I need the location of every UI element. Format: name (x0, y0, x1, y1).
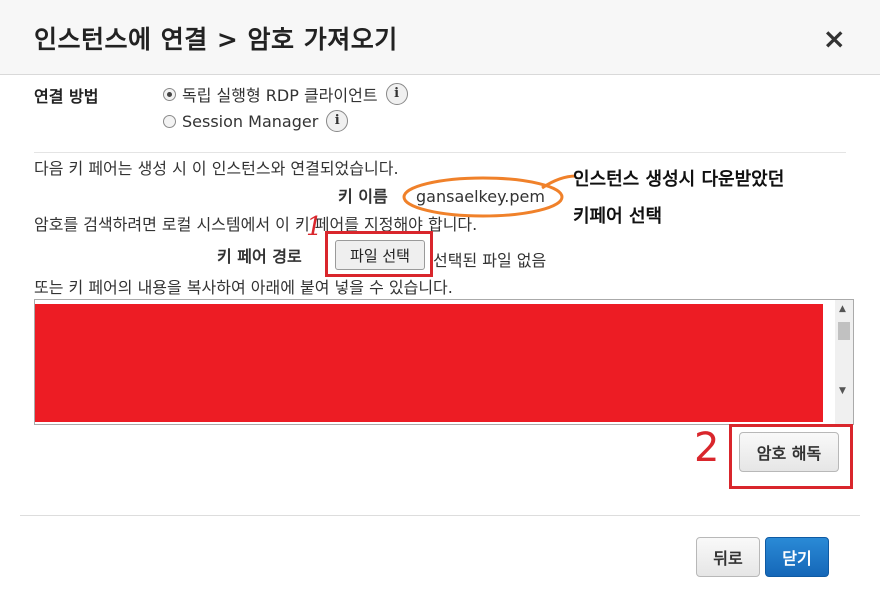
scroll-down-icon[interactable]: ▼ (839, 386, 846, 396)
key-path-label: 키 페어 경로 (217, 247, 302, 266)
key-name-label: 키 이름 (338, 187, 388, 206)
annotation-note-line1: 인스턴스 생성시 다운받았던 (573, 169, 785, 190)
redacted-key-content (35, 304, 823, 422)
radio-option-rdp[interactable]: 독립 실행형 RDP 클라이언트 i (163, 82, 408, 106)
key-pair-info-text: 다음 키 페어는 생성 시 이 인스턴스와 연결되었습니다. (34, 159, 399, 178)
info-icon[interactable]: i (385, 83, 408, 105)
footer-divider (20, 515, 860, 516)
radio-button-rdp[interactable] (163, 87, 176, 101)
key-pair-contents-textarea[interactable]: ▲ ▼ (34, 299, 854, 425)
decrypt-button-highlight-box (729, 424, 853, 489)
annotation-marker-2: 2 (694, 425, 720, 471)
paste-key-instruction-text: 또는 키 페어의 내용을 복사하여 아래에 붙여 넣을 수 있습니다. (34, 278, 453, 297)
textarea-scrollbar[interactable]: ▲ ▼ (835, 300, 853, 424)
dialog-title: 인스턴스에 연결 > 암호 가져오기 (34, 25, 398, 54)
annotation-marker-1: 1 (306, 212, 323, 242)
close-button[interactable]: 닫기 (765, 537, 829, 577)
radio-button-session-manager[interactable] (163, 114, 176, 128)
scroll-up-icon[interactable]: ▲ (839, 304, 846, 314)
connect-instance-dialog: 인스턴스에 연결 > 암호 가져오기 × 연결 방법 독립 실행형 RDP 클라… (0, 0, 880, 602)
file-button-highlight-box (325, 231, 433, 277)
radio-option-session-manager[interactable]: Session Manager i (163, 110, 349, 132)
back-button[interactable]: 뒤로 (696, 537, 760, 577)
radio-label-session-manager: Session Manager (182, 111, 319, 131)
radio-label-rdp: 독립 실행형 RDP 클라이언트 (182, 86, 378, 105)
no-file-selected-text: 선택된 파일 없음 (433, 251, 547, 270)
close-icon[interactable]: × (823, 25, 846, 53)
dialog-header: 인스턴스에 연결 > 암호 가져오기 × (0, 0, 880, 75)
section-divider (34, 152, 846, 153)
annotation-note-line2: 키페어 선택 (573, 206, 663, 227)
scrollbar-thumb[interactable] (838, 322, 850, 340)
connection-method-label: 연결 방법 (34, 87, 99, 106)
info-icon[interactable]: i (326, 110, 349, 132)
